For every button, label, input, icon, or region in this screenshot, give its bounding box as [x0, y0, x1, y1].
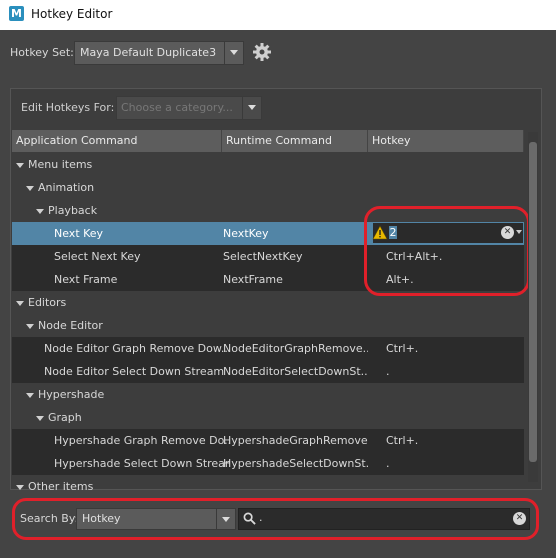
hotkey-cell[interactable]: [386, 383, 516, 406]
runtime-command-cell: NodeEditorSelectDownSt...: [223, 365, 368, 378]
tree-group-row[interactable]: Graph: [12, 406, 524, 429]
category-placeholder: Choose a category...: [121, 101, 233, 114]
application-command-cell: Graph: [36, 406, 222, 429]
table-row[interactable]: Node Editor Graph Remove Dow... NodeEdito…: [12, 337, 524, 360]
application-command-cell: Hypershade: [26, 383, 222, 406]
maya-app-icon: M: [9, 6, 24, 21]
runtime-command-cell: [223, 153, 368, 176]
application-command-cell: Next Key: [54, 222, 230, 245]
hotkey-set-value: Maya Default Duplicate3: [80, 46, 217, 59]
tree-group-row[interactable]: Menu items: [12, 153, 524, 176]
application-command-cell: Playback: [36, 199, 222, 222]
runtime-command-cell: [223, 383, 368, 406]
application-command-text: Node Editor Select Down Stream: [44, 365, 225, 378]
runtime-command-cell: HypershadeSelectDownSt...: [223, 457, 368, 470]
expand-arrow-icon[interactable]: [16, 162, 24, 168]
application-command-cell: Animation: [26, 176, 222, 199]
table-row[interactable]: Hypershade Graph Remove Do... HypershadeG…: [12, 429, 524, 452]
application-command-text: Graph: [48, 411, 82, 424]
application-command-text: Menu items: [28, 158, 93, 171]
edit-hotkeys-for-label: Edit Hotkeys For:: [21, 101, 115, 114]
expand-arrow-icon[interactable]: [36, 415, 44, 421]
table-scrollbar[interactable]: [528, 132, 538, 482]
runtime-command-cell: [223, 314, 368, 337]
tree-group-row[interactable]: Hypershade: [12, 383, 524, 406]
application-command-cell: Other items: [16, 475, 222, 498]
application-command-text: Editors: [28, 296, 67, 309]
application-command-cell: Editors: [16, 291, 222, 314]
runtime-command-cell: NextFrame: [223, 273, 283, 286]
application-command-text: Hypershade Graph Remove Do...: [54, 434, 230, 447]
application-command-cell: Hypershade Select Down Stream: [54, 452, 230, 475]
column-header-runtime[interactable]: Runtime Command: [222, 130, 368, 152]
hotkey-cell[interactable]: .: [386, 452, 516, 475]
application-command-text: Hypershade Select Down Stream: [54, 457, 230, 470]
window-title: Hotkey Editor: [31, 7, 113, 21]
application-command-text: Hypershade: [38, 388, 105, 401]
application-command-cell: Node Editor Graph Remove Dow...: [44, 337, 230, 360]
application-command-text: Other items: [28, 480, 94, 493]
application-command-text: Node Editor Graph Remove Dow...: [44, 342, 230, 355]
application-command-text: Select Next Key: [54, 250, 141, 263]
application-command-text: Playback: [48, 204, 98, 217]
expand-arrow-icon[interactable]: [26, 185, 34, 191]
runtime-command-cell: NodeEditorGraphRemove...: [223, 342, 368, 355]
hotkey-cell[interactable]: [386, 314, 516, 337]
application-command-cell: Hypershade Graph Remove Do...: [54, 429, 230, 452]
search-highlight-annotation: [12, 498, 539, 540]
tree-group-row[interactable]: Node Editor: [12, 314, 524, 337]
hotkey-cell[interactable]: [386, 153, 516, 176]
application-command-cell: Next Frame: [54, 268, 230, 291]
tree-group-row[interactable]: Animation: [12, 176, 524, 199]
hotkey-cell[interactable]: .: [386, 360, 516, 383]
expand-arrow-icon[interactable]: [26, 392, 34, 398]
table-row[interactable]: Node Editor Select Down Stream NodeEditor…: [12, 360, 524, 383]
category-dropdown[interactable]: Choose a category...: [116, 96, 262, 120]
hotkey-cell[interactable]: [386, 406, 516, 429]
application-command-text: Node Editor: [38, 319, 103, 332]
hotkey-set-dropdown[interactable]: Maya Default Duplicate3: [74, 41, 244, 65]
application-command-cell: Menu items: [16, 153, 222, 176]
scrollbar-thumb[interactable]: [529, 142, 537, 462]
application-command-cell: Node Editor: [26, 314, 222, 337]
application-command-text: Animation: [38, 181, 95, 194]
application-command-cell: Select Next Key: [54, 245, 230, 268]
chevron-down-icon: [242, 97, 261, 119]
expand-arrow-icon[interactable]: [26, 323, 34, 329]
hotkey-set-label: Hotkey Set:: [10, 46, 74, 59]
runtime-command-cell: NextKey: [223, 227, 269, 240]
hotkey-cell[interactable]: [386, 475, 516, 498]
runtime-command-cell: [223, 176, 368, 199]
runtime-command-cell: [223, 291, 368, 314]
runtime-command-cell: HypershadeGraphRemove...: [223, 434, 368, 447]
runtime-command-cell: SelectNextKey: [223, 250, 303, 263]
tree-group-row[interactable]: Other items: [12, 475, 524, 498]
runtime-command-cell: [223, 406, 368, 429]
application-command-text: Next Key: [54, 227, 104, 240]
expand-arrow-icon[interactable]: [16, 300, 24, 306]
expand-arrow-icon[interactable]: [36, 208, 44, 214]
application-command-text: Next Frame: [54, 273, 118, 286]
expand-arrow-icon[interactable]: [16, 484, 24, 490]
hotkey-cell[interactable]: [386, 176, 516, 199]
column-header-hotkey[interactable]: Hotkey: [368, 130, 524, 152]
runtime-command-cell: [223, 475, 368, 498]
hotkey-cell[interactable]: Ctrl+.: [386, 337, 516, 360]
gear-icon[interactable]: [252, 42, 272, 62]
runtime-command-cell: [223, 199, 368, 222]
table-row[interactable]: Hypershade Select Down Stream HypershadeS…: [12, 452, 524, 475]
hotkey-highlight-annotation: [364, 206, 530, 296]
chevron-down-icon: [224, 42, 243, 64]
title-bar: M Hotkey Editor: [0, 0, 556, 30]
hotkey-cell[interactable]: Ctrl+.: [386, 429, 516, 452]
column-header-application[interactable]: Application Command: [12, 130, 222, 152]
application-command-cell: Node Editor Select Down Stream: [44, 360, 230, 383]
